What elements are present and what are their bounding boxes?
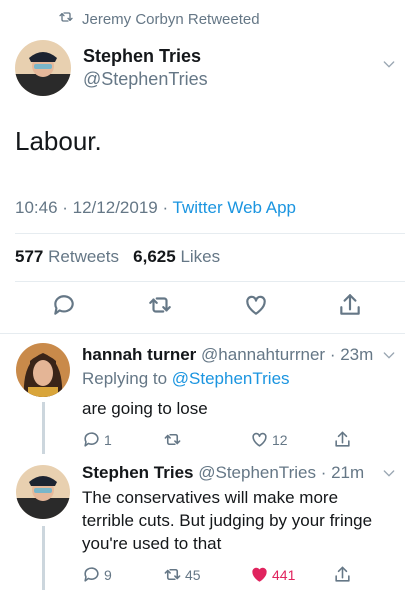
- reply-header: Stephen Tries @StephenTries · 21m: [82, 463, 365, 482]
- reply-icon: [84, 432, 99, 447]
- timestamp-text: 10:46 · 12/12/2019 ·: [15, 198, 173, 217]
- retweet-icon: [58, 9, 74, 29]
- reply-button[interactable]: 1: [82, 430, 112, 449]
- divider: [15, 233, 405, 234]
- retweet-banner: Jeremy Corbyn Retweeted: [58, 9, 260, 29]
- tweet-action-bar: [0, 292, 405, 324]
- like-count: 441: [272, 566, 296, 583]
- source-link[interactable]: Twitter Web App: [173, 198, 296, 217]
- retweets-stat[interactable]: 577 Retweets: [15, 247, 119, 266]
- retweet-banner-text: Jeremy Corbyn Retweeted: [82, 10, 260, 28]
- reply-count: 9: [104, 566, 112, 583]
- reply-icon[interactable]: [51, 292, 77, 318]
- like-icon: [252, 567, 267, 582]
- avatar[interactable]: [16, 343, 70, 397]
- reply-time: 23m: [340, 345, 374, 364]
- retweet-button[interactable]: 45: [163, 565, 201, 584]
- tweet-text: Labour.: [15, 126, 102, 156]
- replying-to-handle[interactable]: @StephenTries: [172, 369, 290, 388]
- retweet-icon: [164, 568, 181, 581]
- author-handle[interactable]: @StephenTries: [83, 69, 208, 90]
- reply-text: The conservatives will make more terribl…: [82, 488, 373, 553]
- reply-icon: [84, 567, 99, 582]
- retweet-icon: [164, 433, 181, 446]
- like-button[interactable]: 441: [250, 565, 295, 584]
- share-icon: [335, 431, 350, 447]
- reply-action-bar: 1 12: [82, 430, 393, 452]
- likes-stat[interactable]: 6,625 Likes: [133, 247, 220, 266]
- reply-button[interactable]: 9: [82, 565, 112, 584]
- reply-count: 1: [104, 431, 112, 448]
- thread-line: [42, 402, 45, 454]
- divider: [15, 281, 405, 282]
- reply-author-handle[interactable]: @StephenTries: [198, 463, 316, 482]
- tweet-timestamp: 10:46 · 12/12/2019 · Twitter Web App: [15, 198, 296, 218]
- avatar[interactable]: [16, 465, 70, 519]
- share-icon[interactable]: [337, 292, 363, 318]
- chevron-down-icon[interactable]: [381, 56, 397, 72]
- retweet-button[interactable]: [163, 430, 185, 449]
- share-button[interactable]: [333, 565, 352, 584]
- replying-to: Replying to @StephenTries: [82, 369, 290, 388]
- divider: [0, 333, 405, 334]
- reply-header: hannah turner @hannahturrner · 23m: [82, 345, 374, 364]
- author-display-name[interactable]: Stephen Tries: [83, 46, 208, 67]
- like-button[interactable]: 12: [250, 430, 288, 449]
- thread-line: [42, 526, 45, 590]
- retweet-icon[interactable]: [147, 292, 173, 318]
- like-count: 12: [272, 431, 288, 448]
- tweet-author[interactable]: Stephen Tries @StephenTries: [15, 40, 208, 96]
- tweet-stats: 577 Retweets 6,625 Likes: [15, 247, 220, 267]
- reply-author-name[interactable]: Stephen Tries: [82, 463, 193, 482]
- reply-time: 21m: [331, 463, 365, 482]
- chevron-down-icon[interactable]: [381, 347, 397, 363]
- reply-author-name[interactable]: hannah turner: [82, 345, 196, 364]
- chevron-down-icon[interactable]: [381, 465, 397, 481]
- like-icon: [252, 432, 267, 447]
- like-icon[interactable]: [243, 292, 269, 318]
- retweet-count: 45: [185, 566, 201, 583]
- reply-action-bar: 9 45 441: [82, 565, 393, 587]
- avatar[interactable]: [15, 40, 71, 96]
- share-icon: [335, 566, 350, 582]
- reply-author-handle[interactable]: @hannahturrner: [201, 345, 325, 364]
- reply-text: are going to lose: [82, 399, 208, 418]
- share-button[interactable]: [333, 430, 352, 449]
